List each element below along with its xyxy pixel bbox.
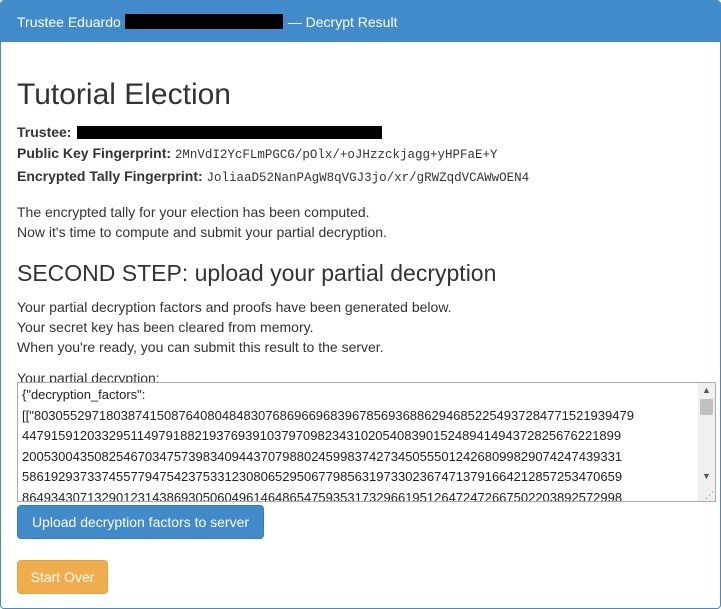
tally-fingerprint: JoliaaD52NanPAgW8qVGJ3jo/xr/gRWZqdVCAWwO… (206, 171, 530, 185)
scroll-thumb[interactable] (700, 399, 713, 415)
fingerprint-info: Trustee: Public Key Fingerprint: 2MnVdI2… (17, 122, 715, 189)
title-bar: Trustee Eduardo — Decrypt Result (1, 1, 720, 42)
trustee-row: Trustee: (17, 122, 715, 143)
page-content: Tutorial Election Trustee: Public Key Fi… (17, 42, 716, 594)
intro-text: The encrypted tally for your election ha… (17, 202, 715, 242)
election-title: Tutorial Election (17, 78, 231, 111)
public-key-label: Public Key Fingerprint: (17, 145, 172, 161)
redacted-trustee (77, 126, 383, 139)
step-line-1: Your partial decryption factors and proo… (17, 299, 452, 315)
tally-label: Encrypted Tally Fingerprint: (17, 168, 203, 184)
start-over-button[interactable]: Start Over (17, 560, 108, 594)
main-window: Trustee Eduardo — Decrypt Result Tutoria… (0, 0, 721, 609)
title-trustee-prefix: Trustee Eduardo (17, 13, 121, 30)
textarea-content[interactable]: {"decryption_factors": [["80305529718038… (22, 385, 697, 501)
step-line-3: When you're ready, you can submit this r… (17, 339, 384, 355)
intro-line-1: The encrypted tally for your election ha… (17, 204, 370, 220)
step-heading: SECOND STEP: upload your partial decrypt… (17, 260, 497, 286)
intro-line-2: Now it's time to compute and submit your… (17, 224, 387, 240)
resize-grip-icon[interactable]: ⋰ (704, 490, 714, 500)
public-key-row: Public Key Fingerprint: 2MnVdI2YcFLmPGCG… (17, 143, 715, 166)
trustee-label: Trustee: (17, 124, 72, 140)
textarea-scrollbar[interactable]: ▲ ▼ (698, 383, 715, 501)
step-line-2: Your secret key has been cleared from me… (17, 319, 314, 335)
scroll-up-icon[interactable]: ▲ (698, 383, 715, 397)
public-key-fingerprint: 2MnVdI2YcFLmPGCG/pOlx/+oJHzzckjagg+yHPFa… (174, 148, 498, 162)
partial-decryption-textarea[interactable]: {"decryption_factors": [["80305529718038… (17, 382, 716, 502)
tally-row: Encrypted Tally Fingerprint: JoliaaD52Na… (17, 166, 715, 189)
upload-button[interactable]: Upload decryption factors to server (17, 505, 264, 539)
step-text: Your partial decryption factors and proo… (17, 297, 715, 357)
scroll-down-icon[interactable]: ▼ (698, 469, 715, 483)
title-suffix: — Decrypt Result (287, 13, 398, 30)
redacted-email-title (124, 14, 283, 29)
